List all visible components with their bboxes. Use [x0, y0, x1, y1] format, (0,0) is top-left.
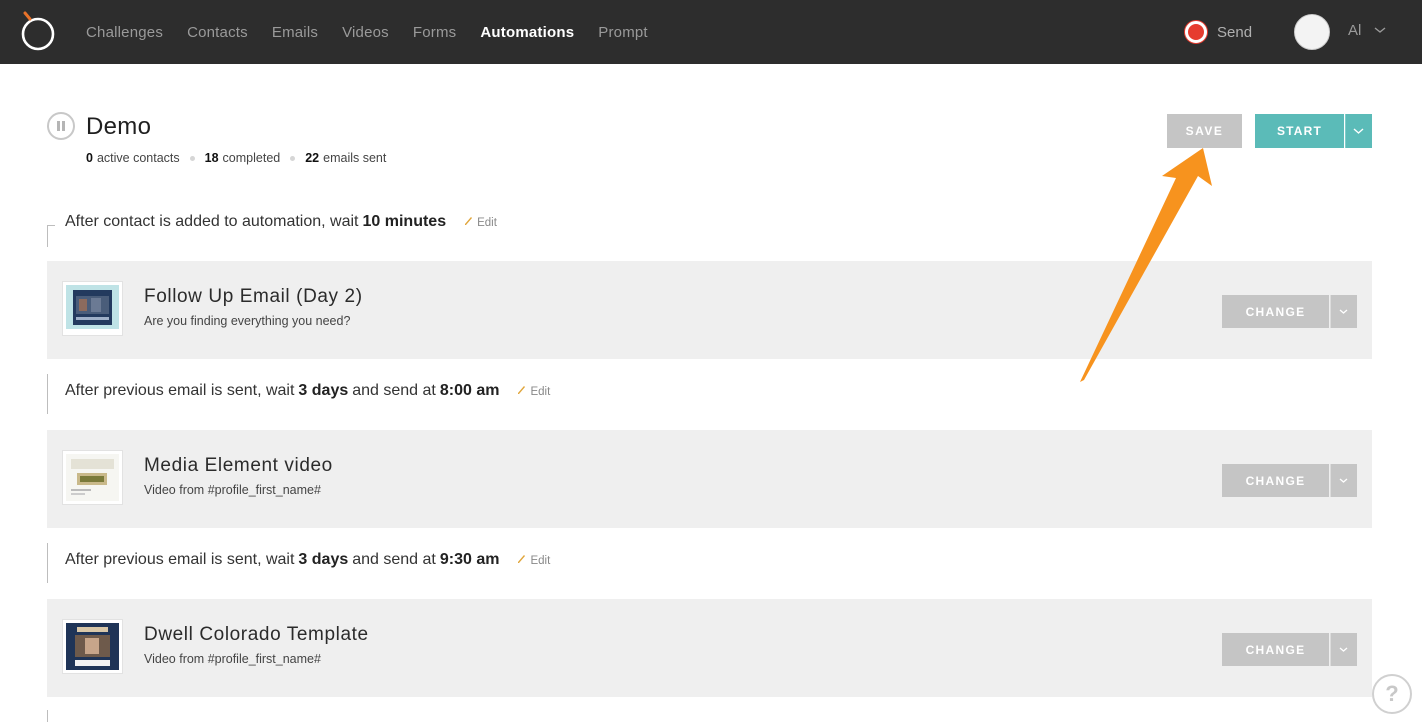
record-icon — [1185, 21, 1207, 43]
wait-duration: 3 days — [298, 551, 349, 568]
edit-link[interactable]: Edit — [517, 553, 550, 567]
main-nav: Challenges Contacts Emails Videos Forms … — [86, 0, 672, 64]
avatar[interactable] — [1294, 14, 1330, 50]
wait-prefix: After contact is added to automation, wa… — [65, 213, 359, 230]
automation-stats: 0 active contacts 18 completed 22 emails… — [86, 151, 386, 165]
nav-prompt[interactable]: Prompt — [598, 24, 648, 41]
wait-step: After previous email is sent, wait 3 day… — [47, 374, 1372, 422]
separator-dot — [189, 155, 195, 161]
edit-label: Edit — [477, 217, 497, 229]
save-button[interactable]: SAVE — [1167, 114, 1242, 148]
pencil-icon — [518, 386, 526, 394]
email-preview-image — [66, 285, 119, 329]
email-preview-image — [66, 623, 119, 670]
nav-forms[interactable]: Forms — [413, 24, 457, 41]
edit-link[interactable]: Edit — [517, 384, 550, 398]
separator-dot — [290, 155, 296, 161]
send-button[interactable]: Send — [1185, 20, 1252, 44]
active-label: active contacts — [96, 151, 180, 165]
nav-automations[interactable]: Automations — [480, 24, 574, 41]
email-thumbnail[interactable] — [62, 450, 123, 505]
change-options-button[interactable] — [1330, 633, 1357, 666]
page-title: Demo — [86, 113, 152, 140]
change-options-button[interactable] — [1330, 295, 1357, 328]
chevron-down-icon[interactable] — [1374, 25, 1386, 35]
change-options-button[interactable] — [1330, 464, 1357, 497]
chevron-down-icon — [1345, 114, 1364, 148]
email-card: Media Element video Video from #profile_… — [47, 430, 1372, 528]
sent-count: 22 — [305, 151, 320, 165]
wait-middle: and send at — [352, 382, 436, 399]
email-card: Dwell Colorado Template Video from #prof… — [47, 599, 1372, 697]
nav-challenges[interactable]: Challenges — [86, 24, 163, 41]
pencil-icon — [465, 217, 473, 225]
nav-videos[interactable]: Videos — [342, 24, 389, 41]
email-subject: Video from #profile_first_name# — [144, 652, 321, 666]
edit-label: Edit — [530, 555, 551, 567]
email-card: Follow Up Email (Day 2) Are you finding … — [47, 261, 1372, 359]
wait-duration: 10 minutes — [362, 213, 447, 230]
wait-prefix: After previous email is sent, wait — [65, 382, 295, 399]
completed-label: completed — [222, 151, 281, 165]
active-count: 0 — [86, 151, 93, 165]
email-subject: Video from #profile_first_name# — [144, 483, 321, 497]
email-title: Follow Up Email (Day 2) — [144, 286, 363, 307]
email-thumbnail[interactable] — [62, 281, 123, 336]
change-button[interactable]: CHANGE — [1222, 295, 1329, 328]
flow-connector — [47, 374, 55, 414]
chevron-down-icon — [1330, 464, 1348, 497]
pause-icon-bar — [62, 121, 65, 131]
help-button[interactable]: ? — [1372, 674, 1412, 714]
chevron-down-icon — [1330, 295, 1348, 328]
email-title: Media Element video — [144, 455, 333, 476]
nav-contacts[interactable]: Contacts — [187, 24, 248, 41]
pencil-icon — [518, 555, 526, 563]
wait-time: 8:00 am — [439, 382, 500, 399]
start-options-button[interactable] — [1345, 114, 1372, 148]
edit-label: Edit — [530, 386, 551, 398]
send-label: Send — [1217, 23, 1253, 41]
email-subject: Are you finding everything you need? — [144, 314, 351, 328]
wait-text: After previous email is sent, wait 3 day… — [65, 551, 550, 569]
wait-time: 9:30 am — [439, 551, 500, 568]
pause-button[interactable] — [47, 112, 75, 140]
wait-duration: 3 days — [298, 382, 349, 399]
chevron-down-icon — [1330, 633, 1348, 666]
app-logo-icon[interactable] — [18, 10, 58, 52]
top-nav-bar: Challenges Contacts Emails Videos Forms … — [0, 0, 1422, 64]
user-name[interactable]: Al — [1348, 22, 1361, 39]
pause-icon — [57, 121, 60, 131]
email-thumbnail[interactable] — [62, 619, 123, 674]
start-button[interactable]: START — [1255, 114, 1344, 148]
wait-prefix: After previous email is sent, wait — [65, 551, 295, 568]
wait-step: After previous email is sent, wait 3 day… — [47, 543, 1372, 591]
sent-label: emails sent — [323, 151, 387, 165]
flow-connector — [47, 543, 55, 583]
edit-link[interactable]: Edit — [464, 215, 497, 229]
wait-text: After previous email is sent, wait 3 day… — [65, 382, 550, 400]
wait-text: After contact is added to automation, wa… — [65, 213, 497, 231]
nav-emails[interactable]: Emails — [272, 24, 318, 41]
wait-middle: and send at — [352, 551, 436, 568]
email-preview-image — [66, 454, 119, 501]
change-button[interactable]: CHANGE — [1222, 633, 1329, 666]
flow-connector — [47, 225, 55, 247]
change-button[interactable]: CHANGE — [1222, 464, 1329, 497]
email-title: Dwell Colorado Template — [144, 624, 369, 645]
completed-count: 18 — [204, 151, 219, 165]
flow-connector — [47, 710, 55, 722]
wait-step: After contact is added to automation, wa… — [47, 213, 1372, 253]
